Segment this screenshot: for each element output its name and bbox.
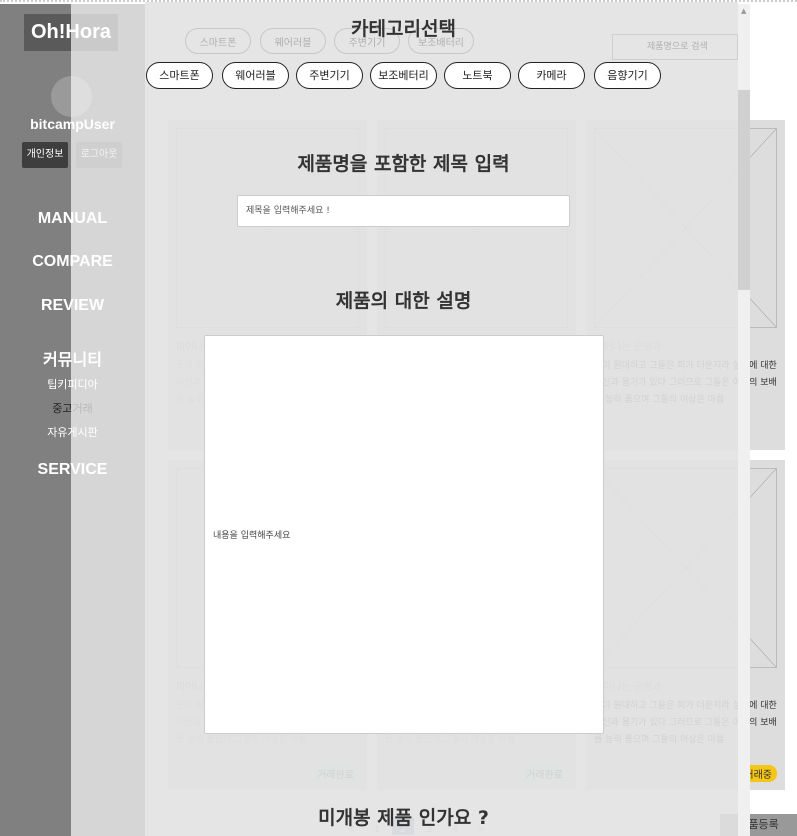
description-textarea[interactable]: 내용을 입력해주세요 <box>204 335 604 734</box>
category-title: 카테고리선택 <box>351 18 456 40</box>
write-modal: 카테고리선택 스마트폰 웨어러블 주변기기 보조베터리 노트북 카메라 음향기기… <box>145 2 738 836</box>
description-heading: 제품의 대한 설명 <box>335 290 472 312</box>
title-heading: 제품명을 포함한 제목 입력 <box>297 153 510 175</box>
modal-scrollbar[interactable]: ▲ <box>738 4 750 836</box>
category-notebook[interactable]: 노트북 <box>444 62 511 89</box>
category-audio[interactable]: 음향기기 <box>594 62 661 89</box>
logout-button[interactable]: 로그아웃 <box>76 142 122 168</box>
modal-backdrop[interactable] <box>71 2 145 836</box>
scrollbar-thumb[interactable] <box>738 90 750 290</box>
category-peripheral[interactable]: 주변기기 <box>296 62 363 89</box>
category-camera[interactable]: 카메라 <box>518 62 585 89</box>
scroll-up-icon[interactable]: ▲ <box>741 7 746 15</box>
profile-button[interactable]: 개인정보 <box>22 142 68 168</box>
category-battery[interactable]: 보조베터리 <box>370 62 437 89</box>
category-smartphone[interactable]: 스마트폰 <box>146 62 213 89</box>
unopened-heading: 미개봉 제품 인가요 ? <box>318 807 489 829</box>
category-wearable[interactable]: 웨어러블 <box>222 62 289 89</box>
title-input[interactable]: 제목을 입력해주세요 ! <box>237 195 570 227</box>
